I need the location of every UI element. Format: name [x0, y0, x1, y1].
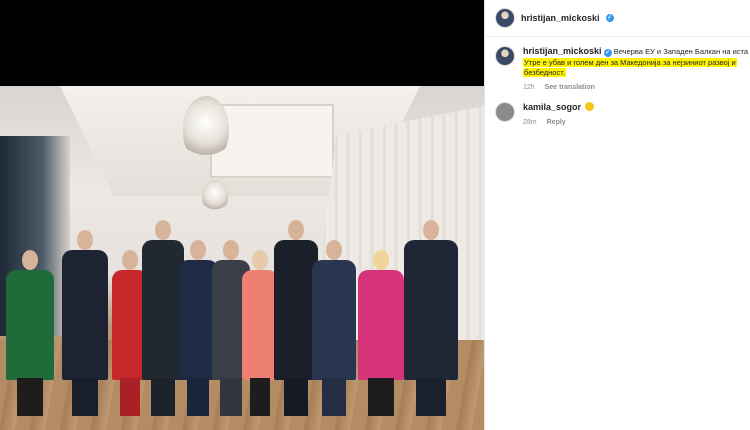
- chandelier-small: [202, 180, 228, 212]
- reply-button[interactable]: Reply: [547, 118, 566, 129]
- see-translation-button[interactable]: See translation: [545, 83, 595, 94]
- comment-text-line: Вечерва ЕУ и Западен Балкан на иста мас: [613, 47, 750, 56]
- person: [404, 220, 458, 416]
- highlighted-text: безбедност.: [523, 68, 566, 77]
- clapping-hands-emoji-icon: [585, 102, 595, 111]
- verified-badge-icon: ✓: [603, 49, 612, 57]
- post-media[interactable]: [0, 0, 484, 430]
- header-divider: [485, 36, 750, 37]
- avatar[interactable]: [495, 8, 515, 28]
- person: [242, 250, 278, 416]
- post-photo: [0, 86, 484, 430]
- person: [358, 250, 404, 416]
- comment-username[interactable]: hristijan_mickoski: [523, 46, 602, 56]
- person: [62, 230, 108, 416]
- caption-comment: hristijan_mickoski ✓ Вечерва ЕУ и Западе…: [495, 46, 750, 93]
- highlighted-text: Утре е убав и голем ден за Македонија за…: [523, 57, 737, 67]
- chandelier: [183, 96, 229, 162]
- post-header: hristijan_mickoski ✓: [495, 8, 614, 28]
- comment-time: 12h: [523, 83, 535, 91]
- comment-time: 28m: [523, 118, 537, 126]
- avatar[interactable]: [495, 102, 515, 122]
- avatar[interactable]: [495, 46, 515, 66]
- comment-username[interactable]: kamila_sogor: [523, 102, 581, 112]
- verified-badge-icon: ✓: [605, 14, 614, 22]
- person: [312, 240, 356, 416]
- comment: kamila_sogor 28m Reply: [495, 102, 750, 128]
- ceiling-coffer: [210, 104, 334, 178]
- author-username[interactable]: hristijan_mickoski: [521, 13, 600, 23]
- post-sidebar: hristijan_mickoski ✓ hristijan_mickoski …: [484, 0, 750, 430]
- person: [6, 250, 54, 416]
